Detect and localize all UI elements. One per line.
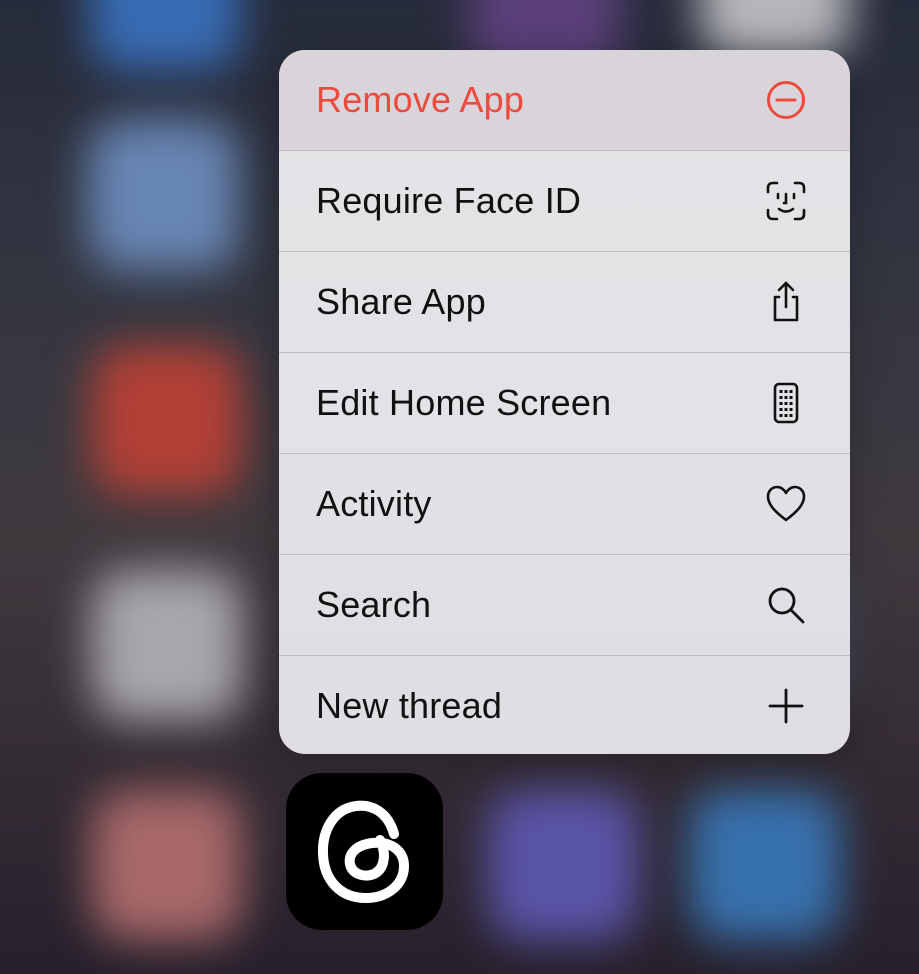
- new-thread-menu-item[interactable]: New thread: [279, 656, 850, 754]
- threads-app-icon[interactable]: [286, 773, 443, 930]
- edit-home-screen-label: Edit Home Screen: [316, 382, 612, 423]
- activity-label: Activity: [316, 483, 432, 524]
- require-face-id-menu-item[interactable]: Require Face ID: [279, 151, 850, 251]
- plus-icon: [764, 684, 808, 728]
- new-thread-label: New thread: [316, 685, 503, 726]
- remove-app-label: Remove App: [316, 79, 525, 120]
- magnifier-icon: [764, 583, 808, 627]
- require-face-id-label: Require Face ID: [316, 180, 582, 221]
- share-app-label: Share App: [316, 281, 486, 322]
- activity-menu-item[interactable]: Activity: [279, 454, 850, 554]
- heart-icon: [764, 482, 808, 526]
- minus-circle-icon: [764, 78, 808, 122]
- face-id-icon: [764, 179, 808, 223]
- remove-app-menu-item[interactable]: Remove App: [279, 50, 850, 150]
- home-screen: Remove App Require Face ID Share App Edi…: [0, 0, 919, 974]
- edit-home-screen-menu-item[interactable]: Edit Home Screen: [279, 353, 850, 453]
- search-label: Search: [316, 584, 432, 625]
- app-context-menu: Remove App Require Face ID Share App Edi…: [279, 50, 850, 754]
- share-icon: [764, 280, 808, 324]
- phone-grid-icon: [764, 381, 808, 425]
- share-app-menu-item[interactable]: Share App: [279, 252, 850, 352]
- threads-logo-icon: [317, 800, 409, 903]
- search-menu-item[interactable]: Search: [279, 555, 850, 655]
